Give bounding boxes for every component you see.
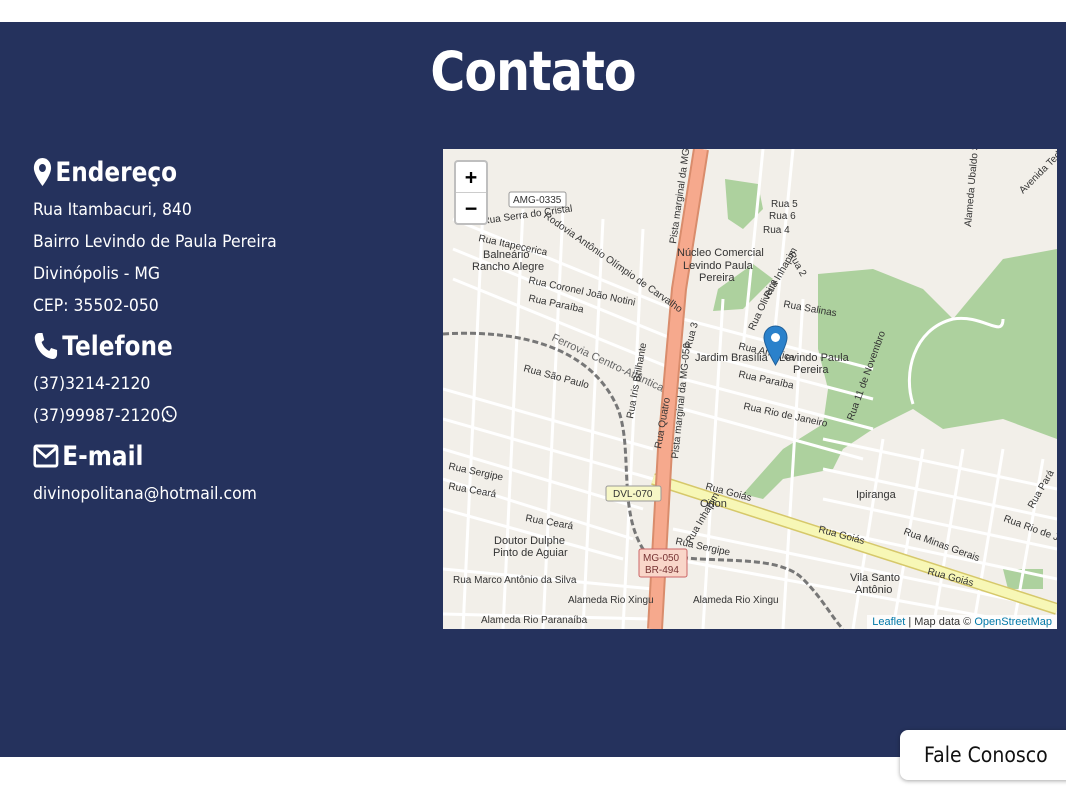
address-street: Rua Itambacuri, 840 [33, 200, 192, 220]
leaflet-link[interactable]: Leaflet [872, 616, 905, 628]
email-address[interactable]: divinopolitana@hotmail.com [33, 478, 392, 510]
map-label-balneario2: Rancho Alegre [472, 261, 544, 273]
map-label-marco: Rua Marco Antônio da Silva [453, 575, 577, 586]
email-heading: E-mail [33, 438, 368, 474]
phone-icon [34, 333, 58, 359]
address-neighborhood: Bairro Levindo de Paula Pereira [33, 232, 277, 252]
map-label-xingu1: Alameda Rio Xingu [568, 595, 654, 606]
zoom-out-button[interactable]: − [456, 192, 486, 223]
map-tiles[interactable]: AMG-0335 DVL-070 MG-050 BR-494 Pista mar… [443, 149, 1057, 629]
whatsapp-icon[interactable] [161, 405, 178, 423]
map-zoom-control: + − [454, 160, 488, 225]
location-map[interactable]: AMG-0335 DVL-070 MG-050 BR-494 Pista mar… [443, 149, 1057, 629]
email-block: E-mail divinopolitana@hotmail.com [33, 438, 423, 510]
phone-heading: Telefone [33, 328, 368, 364]
map-label-levindo2: Pereira [793, 364, 829, 376]
map-label-dvl: DVL-070 [613, 489, 653, 500]
map-label-mg050: MG-050 [643, 553, 680, 564]
page-title: Contato [430, 40, 636, 103]
map-label-xingu2: Alameda Rio Xingu [693, 595, 779, 606]
map-label-dutra2: Pinto de Aguiar [493, 547, 568, 559]
map-marker-icon [33, 158, 52, 186]
map-label-vila2: Antônio [855, 584, 892, 596]
fale-conosco-button[interactable]: Fale Conosco [900, 730, 1066, 780]
fale-conosco-label: Fale Conosco [924, 743, 1048, 767]
phone-heading-label: Telefone [62, 330, 173, 362]
map-label-nucleo3: Pereira [699, 272, 735, 284]
phone-mobile-row[interactable]: (37)99987-2120 [33, 400, 392, 432]
map-label-br494: BR-494 [645, 565, 679, 576]
openstreetmap-link[interactable]: OpenStreetMap [974, 616, 1052, 628]
map-label-rua5: Rua 5 [771, 199, 798, 210]
map-label-dutra1: Doutor Dulphe [494, 535, 565, 547]
attribution-text: | Map data © [905, 616, 975, 628]
address-heading: Endereço [33, 154, 368, 190]
email-heading-label: E-mail [62, 440, 144, 472]
contact-section: Contato Endereço Rua Itambacuri, 840 Bai… [0, 22, 1066, 757]
envelope-icon [33, 444, 59, 468]
phone-landline[interactable]: (37)3214-2120 [33, 368, 392, 400]
map-label-nucleo1: Núcleo Comercial [677, 247, 764, 259]
map-label-amg: AMG-0335 [513, 195, 562, 206]
zoom-in-button[interactable]: + [456, 162, 486, 192]
contact-info: Endereço Rua Itambacuri, 840 Bairro Levi… [33, 154, 423, 516]
phone-mobile[interactable]: (37)99987-2120 [33, 406, 160, 426]
address-zip: CEP: 35502-050 [33, 296, 159, 316]
map-attribution: Leaflet | Map data © OpenStreetMap [867, 615, 1057, 629]
map-label-rua6: Rua 6 [769, 211, 796, 222]
address-city: Divinópolis - MG [33, 264, 161, 284]
phone-block: Telefone (37)3214-2120 (37)99987-2120 [33, 328, 423, 432]
address-heading-label: Endereço [55, 156, 178, 188]
map-label-vila1: Vila Santo [850, 572, 900, 584]
map-label-ipiranga: Ipiranga [856, 489, 897, 501]
map-label-nucleo2: Levindo Paula [683, 260, 754, 272]
map-label-rua4: Rua 4 [763, 225, 790, 236]
address-block: Endereço Rua Itambacuri, 840 Bairro Levi… [33, 154, 423, 322]
map-label-paranaiba: Alameda Rio Paranaíba [481, 615, 588, 626]
map-pin-icon[interactable] [763, 325, 788, 366]
